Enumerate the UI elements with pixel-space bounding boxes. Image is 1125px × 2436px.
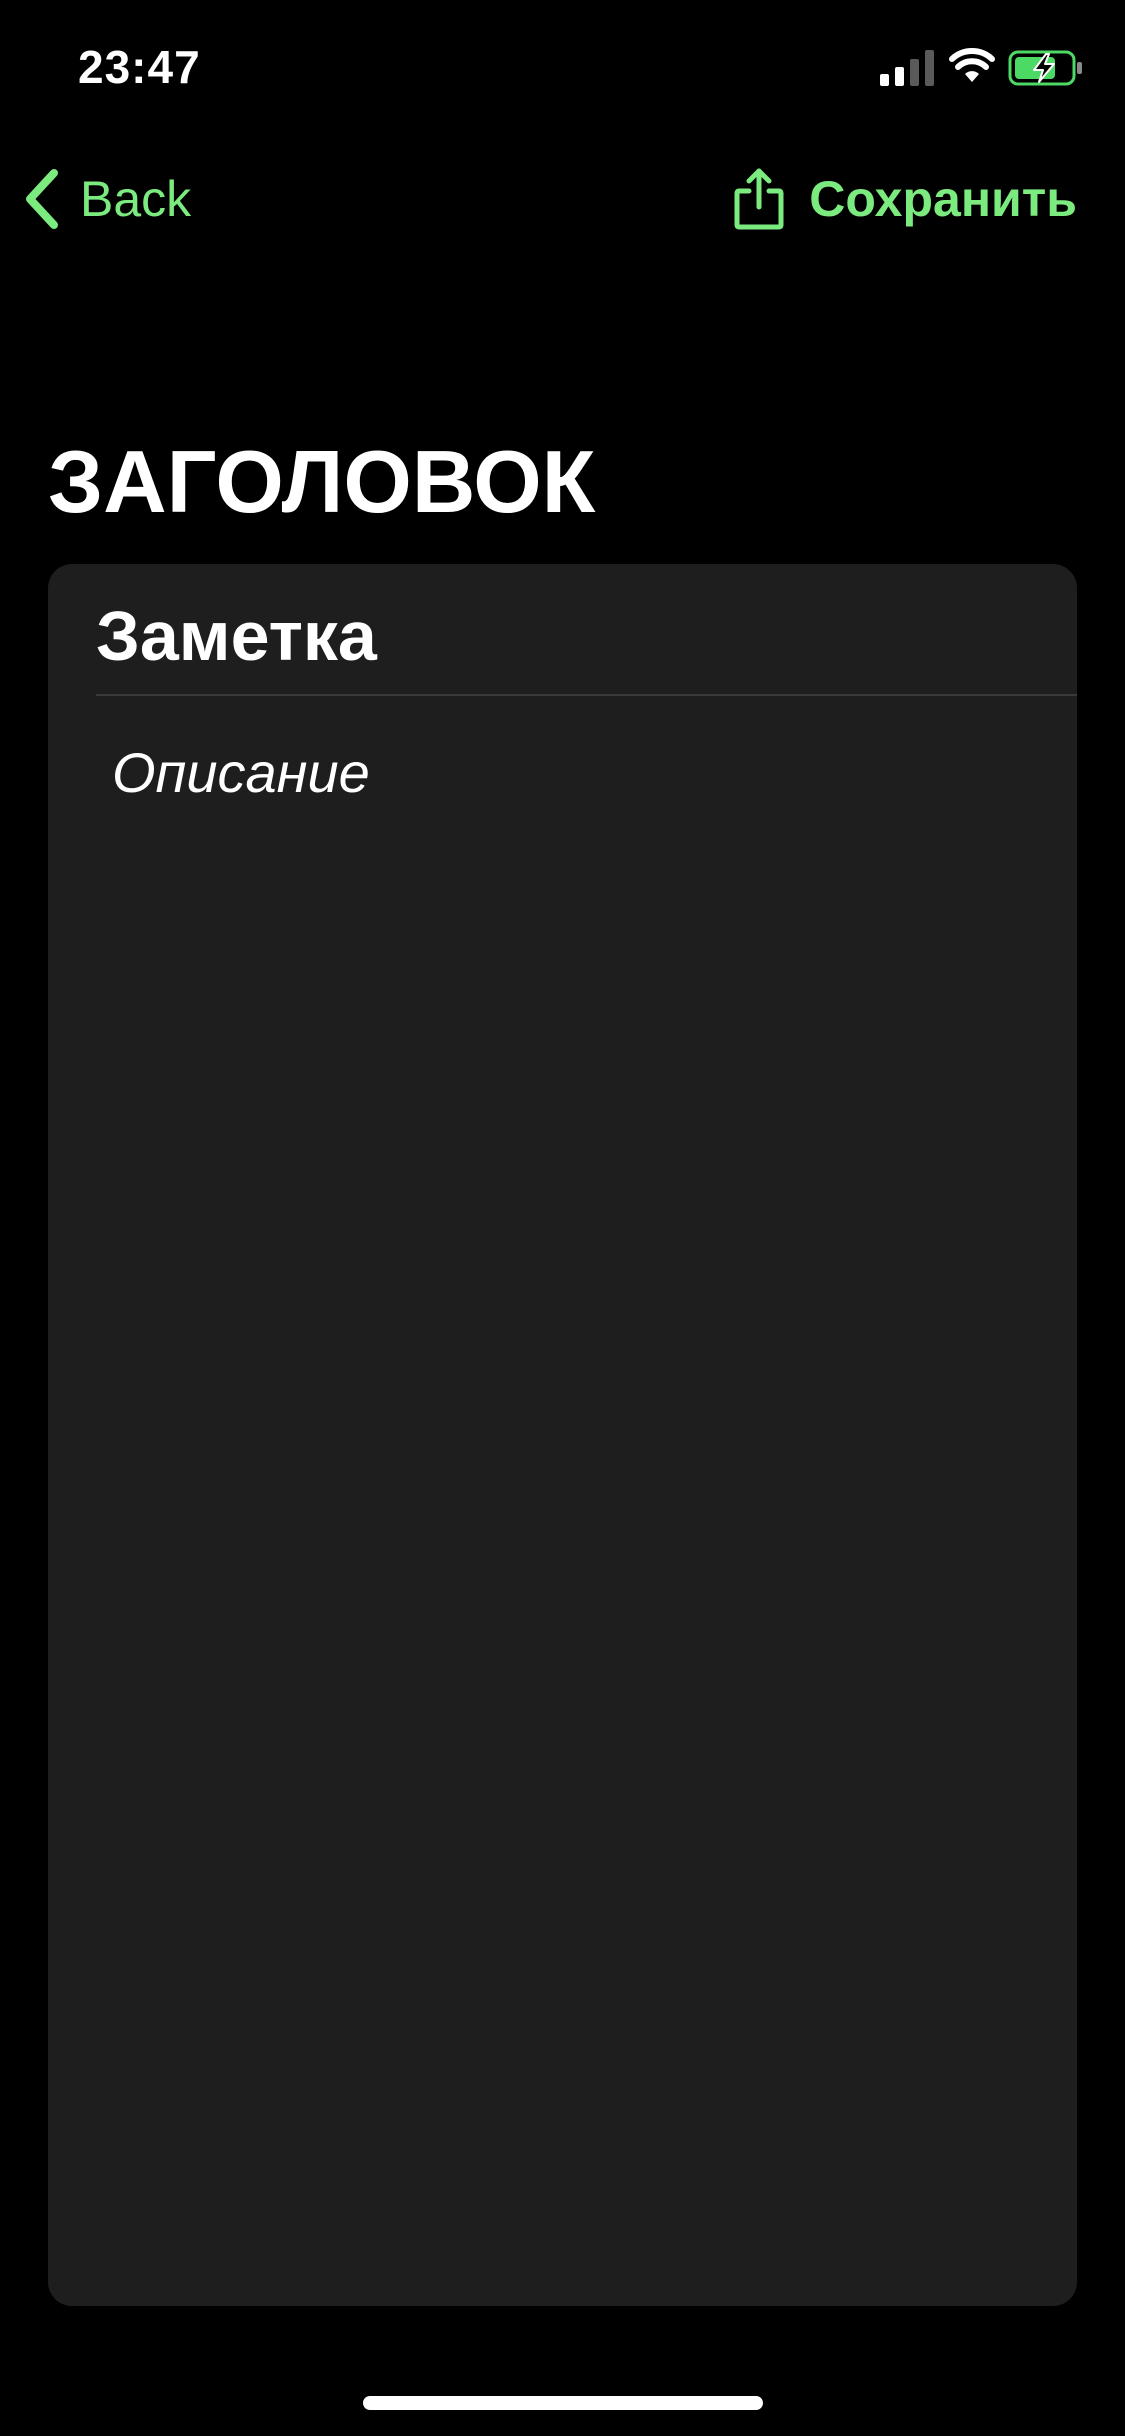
status-bar: 23:47 xyxy=(0,0,1125,132)
divider xyxy=(96,694,1077,696)
chevron-left-icon xyxy=(26,169,58,229)
save-label: Сохранить xyxy=(809,171,1077,227)
note-card: Заметка Описание xyxy=(48,564,1077,2306)
save-button[interactable]: Сохранить xyxy=(733,164,1077,234)
home-indicator[interactable] xyxy=(363,2396,763,2410)
page-title: ЗАГОЛОВОК xyxy=(48,432,596,531)
navigation-bar: Back Сохранить xyxy=(0,150,1125,250)
note-description-field[interactable]: Описание xyxy=(112,740,1052,805)
cellular-signal-icon xyxy=(880,50,934,86)
back-label: Back xyxy=(80,171,192,227)
battery-charging-icon xyxy=(1008,50,1082,86)
share-icon xyxy=(734,168,784,230)
wifi-icon xyxy=(949,48,995,82)
back-button[interactable]: Back xyxy=(22,164,191,234)
note-title-field[interactable]: Заметка xyxy=(96,586,1077,686)
status-time: 23:47 xyxy=(78,41,201,93)
